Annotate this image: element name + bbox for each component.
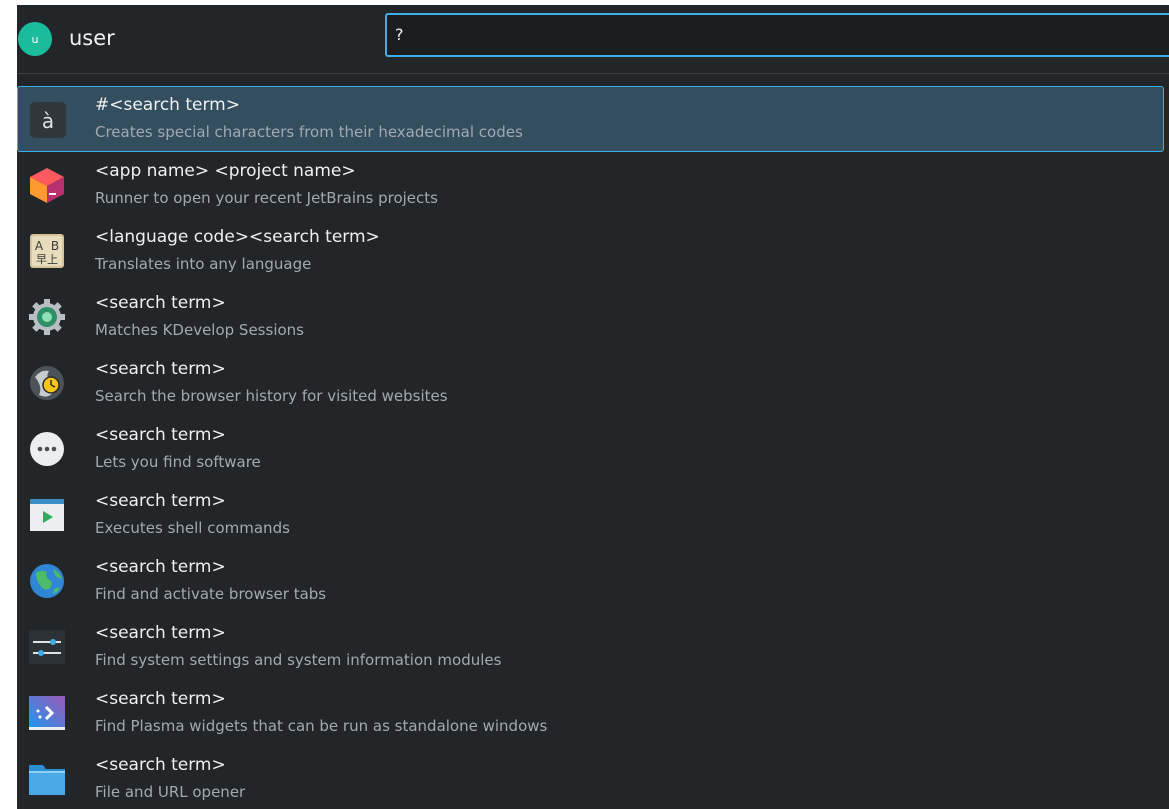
result-title: <search term>	[95, 689, 226, 709]
result-title: <search term>	[95, 623, 226, 643]
result-subtitle: Find system settings and system informat…	[95, 651, 502, 669]
header-divider	[17, 73, 1169, 74]
result-item[interactable]: <app name> <project name> Runner to open…	[17, 152, 1164, 218]
folder-icon	[29, 765, 65, 795]
result-title: <search term>	[95, 755, 226, 775]
system-settings-icon	[29, 630, 65, 664]
result-subtitle: Matches KDevelop Sessions	[95, 321, 304, 339]
translate-icon: A B 早上	[30, 234, 64, 268]
username-label: user	[69, 26, 115, 50]
result-subtitle: Creates special characters from their he…	[95, 123, 523, 141]
software-center-icon	[30, 432, 64, 466]
result-title: <search term>	[95, 293, 226, 313]
search-input[interactable]: ?	[385, 13, 1169, 57]
jetbrains-cube-icon	[30, 168, 64, 203]
plasma-widget-icon	[29, 696, 65, 730]
result-item[interactable]: <search term> Find Plasma widgets that c…	[17, 680, 1164, 746]
header: u user ?	[17, 5, 1169, 77]
globe-icon	[30, 564, 64, 598]
result-title: #<search term>	[95, 95, 240, 115]
results-list: à #<search term> Creates special charact…	[17, 86, 1164, 809]
svg-text:早上: 早上	[36, 253, 58, 266]
result-item[interactable]: <search term> Lets you find software	[17, 416, 1164, 482]
user-avatar[interactable]: u	[18, 22, 52, 56]
svg-text:A: A	[35, 239, 44, 253]
terminal-run-icon	[30, 499, 64, 531]
result-subtitle: Search the browser history for visited w…	[95, 387, 448, 405]
result-subtitle: Executes shell commands	[95, 519, 290, 537]
result-title: <search term>	[95, 425, 226, 445]
result-item[interactable]: à #<search term> Creates special charact…	[17, 86, 1164, 152]
svg-text:à: à	[42, 109, 54, 133]
result-item[interactable]: A B 早上 <language code><search term> Tran…	[17, 218, 1164, 284]
result-subtitle: Find and activate browser tabs	[95, 585, 327, 603]
result-item[interactable]: <search term> Find system settings and s…	[17, 614, 1164, 680]
result-subtitle: Runner to open your recent JetBrains pro…	[95, 189, 438, 207]
result-item[interactable]: <search term> Find and activate browser …	[17, 548, 1164, 614]
result-item[interactable]: <search term> Matches KDevelop Sessions	[17, 284, 1164, 350]
result-title: <language code><search term>	[95, 227, 380, 247]
krunner-window: u user ? à #<search term> Creates specia…	[17, 5, 1169, 809]
special-characters-icon: à	[30, 102, 66, 138]
result-item[interactable]: <search term> File and URL opener	[17, 746, 1164, 809]
result-subtitle: Translates into any language	[95, 255, 312, 273]
result-title: <search term>	[95, 491, 226, 511]
kdevelop-gear-icon	[29, 299, 65, 335]
result-title: <search term>	[95, 359, 226, 379]
result-item[interactable]: <search term> Search the browser history…	[17, 350, 1164, 416]
result-title: <app name> <project name>	[95, 161, 356, 181]
svg-text:B: B	[51, 239, 59, 253]
result-title: <search term>	[95, 557, 226, 577]
result-subtitle: File and URL opener	[95, 783, 246, 801]
browser-history-icon	[30, 366, 64, 400]
result-subtitle: Find Plasma widgets that can be run as s…	[95, 717, 548, 735]
result-subtitle: Lets you find software	[95, 453, 261, 471]
result-item[interactable]: <search term> Executes shell commands	[17, 482, 1164, 548]
